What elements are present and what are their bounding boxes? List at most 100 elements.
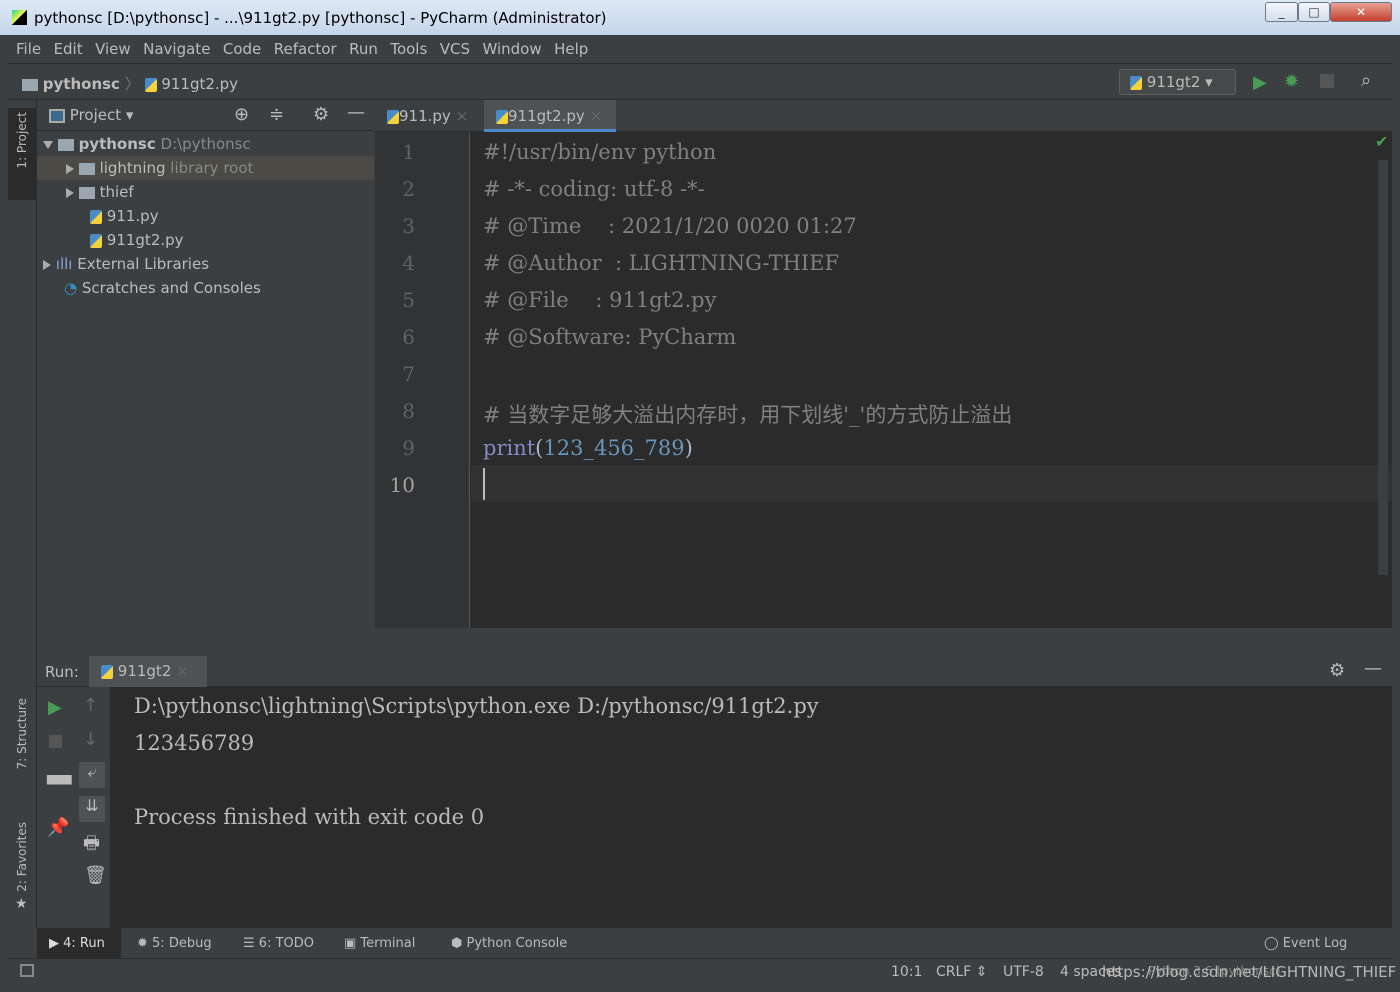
event-log-button[interactable]: ◯ Event Log — [1264, 936, 1347, 951]
gear-icon[interactable]: ⚙ — [313, 104, 329, 125]
folder-icon — [22, 78, 38, 91]
soft-wrap-icon[interactable]: ⤶ — [79, 762, 105, 788]
layout-icon[interactable]: ▀▀ — [47, 775, 72, 794]
project-view-select[interactable]: Project ▾ — [49, 106, 133, 124]
hide-icon[interactable]: — — [1364, 658, 1382, 679]
bottom-tab-todo[interactable]: ☰ 6: TODO — [243, 936, 314, 951]
tool-window-bar: ▶ 4: Run ✹ 5: Debug ☰ 6: TODO ▣ Terminal… — [37, 928, 1392, 958]
pin-icon[interactable]: 📌 — [47, 817, 69, 838]
menu-navigate[interactable]: Navigate — [143, 40, 210, 58]
menu-help[interactable]: Help — [554, 40, 588, 58]
hide-icon[interactable]: — — [347, 102, 365, 123]
menu-run[interactable]: Run — [349, 40, 378, 58]
tree-item-external-libraries[interactable]: ıllı External Libraries — [37, 252, 374, 276]
project-view-icon — [49, 108, 65, 123]
star-icon: ★ — [15, 896, 28, 912]
maximize-button[interactable]: □ — [1298, 2, 1330, 22]
menu-edit[interactable]: Edit — [54, 40, 83, 58]
tree-item-scratches[interactable]: ◔ Scratches and Consoles — [37, 276, 374, 300]
stop-icon[interactable] — [49, 735, 62, 748]
watermark: https://blog.csdn.net/LIGHTNING_THIEF — [1102, 963, 1397, 981]
tree-item-911gt2-py[interactable]: 911gt2.py — [37, 228, 374, 252]
folder-icon — [78, 186, 95, 199]
locate-icon[interactable]: ⊕ — [234, 104, 249, 125]
bottom-tab-python-console[interactable]: ⬢ Python Console — [451, 936, 567, 951]
line-number: 5 — [402, 288, 415, 312]
bottom-tab-debug[interactable]: ✹ 5: Debug — [137, 936, 212, 951]
menu-file[interactable]: File — [16, 40, 41, 58]
run-label: Run: — [45, 663, 79, 681]
tab-911-py[interactable]: 911.py × — [375, 100, 483, 132]
line-number: 10 — [389, 473, 415, 497]
line-number: 4 — [402, 251, 415, 275]
tab-911gt2-py[interactable]: 911gt2.py × — [484, 100, 616, 132]
navigation-bar: pythonsc 〉 911gt2.py 911gt2 ▾ ▶ ✹ ⌕ — [8, 64, 1392, 100]
tree-item-thief[interactable]: thief — [37, 180, 374, 204]
debug-icon[interactable]: ✹ — [1284, 71, 1299, 92]
tree-item-911-py[interactable]: 911.py — [37, 204, 374, 228]
line-number: 3 — [402, 214, 415, 238]
python-file-icon — [387, 109, 399, 124]
bottom-tab-run[interactable]: ▶ 4: Run — [49, 936, 105, 951]
run-toolbar: ▶ ▀▀ 📌 ↑ ↓ ⤶ ⇊ 🖶 🗑 — [37, 687, 110, 928]
code-line-8: # 当数字足够大溢出内存时，用下划线'_'的方式防止溢出 — [483, 403, 1013, 427]
code-line-5: # @File : 911gt2.py — [483, 288, 717, 312]
search-icon[interactable]: ⌕ — [1361, 70, 1371, 91]
code-line-1: #!/usr/bin/env python — [483, 140, 717, 164]
output-line-2: 123456789 — [134, 731, 255, 755]
project-side-tab[interactable]: 1: Project — [8, 108, 36, 200]
menu-tools[interactable]: Tools — [390, 40, 427, 58]
python-icon — [101, 664, 113, 679]
breadcrumb-file[interactable]: 911gt2.py — [161, 75, 238, 93]
rerun-icon[interactable]: ▶ — [48, 697, 62, 718]
run-tab-911gt2[interactable]: 911gt2 × — [89, 656, 207, 687]
down-arrow-icon[interactable]: ↓ — [83, 729, 98, 750]
left-tool-strip: 1: Project 7: Structure 2: Favorites ★ — [8, 100, 37, 928]
stop-icon[interactable] — [1320, 74, 1334, 88]
menu-code[interactable]: Code — [223, 40, 261, 58]
menu-refactor[interactable]: Refactor — [274, 40, 337, 58]
run-config-select[interactable]: 911gt2 ▾ — [1119, 69, 1236, 95]
code-editor[interactable]: 911.py × 911gt2.py × ✔ 1 2 3 4 5 6 7 8 9 10 #!/us… — [375, 100, 1392, 628]
menu-vcs[interactable]: VCS — [440, 40, 470, 58]
minimize-button[interactable]: _ — [1265, 2, 1298, 22]
gear-icon[interactable]: ⚙ — [1329, 660, 1345, 681]
run-icon[interactable]: ▶ — [1253, 72, 1267, 93]
caret-position[interactable]: 10:1 — [891, 964, 922, 980]
close-tab-icon[interactable]: × — [590, 107, 603, 125]
tree-item-lightning[interactable]: lightning library root — [37, 156, 374, 180]
up-arrow-icon[interactable]: ↑ — [83, 695, 98, 716]
project-panel: Project ▾ ⊕ ≑ ⚙ — pythonsc D:\pythonsc l… — [37, 100, 374, 656]
print-icon[interactable]: 🖶 — [83, 831, 100, 861]
toggle-tool-windows-icon[interactable] — [20, 964, 34, 977]
trash-icon[interactable]: 🗑 — [84, 865, 107, 886]
bottom-tab-terminal[interactable]: ▣ Terminal — [344, 936, 415, 951]
libraries-icon: ıllı — [55, 255, 73, 273]
scroll-to-end-icon[interactable]: ⇊ — [79, 796, 105, 822]
close-tab-icon[interactable]: × — [456, 107, 469, 125]
python-file-icon — [496, 109, 508, 124]
close-tab-icon[interactable]: × — [176, 662, 189, 680]
line-number: 1 — [402, 140, 415, 164]
tree-item-pythonsc[interactable]: pythonsc D:\pythonsc — [37, 132, 374, 156]
line-separator[interactable]: CRLF ⇕ — [936, 964, 988, 980]
code-line-3: # @Time : 2021/1/20 0020 01:27 — [483, 214, 857, 238]
favorites-side-tab[interactable]: 2: Favorites — [15, 822, 29, 896]
menu-bar: File Edit View Navigate Code Refactor Ru… — [8, 35, 1392, 64]
run-panel-header: Run: 911gt2 × ⚙ — — [37, 656, 1392, 687]
status-bar: 10:1 CRLF ⇕ UTF-8 4 spaces Python 3.6 (p… — [8, 958, 1396, 986]
editor-scrollbar[interactable] — [1378, 160, 1388, 575]
menu-window[interactable]: Window — [482, 40, 541, 58]
project-panel-header: Project ▾ ⊕ ≑ ⚙ — — [37, 100, 374, 131]
output-line-4: Process finished with exit code 0 — [134, 805, 485, 829]
menu-view[interactable]: View — [95, 40, 131, 58]
run-panel: Run: 911gt2 × ⚙ — ▶ ▀▀ 📌 ↑ ↓ ⤶ ⇊ 🖶 🗑 D:\… — [37, 656, 1392, 928]
close-button[interactable]: ✕ — [1330, 2, 1392, 22]
line-number: 7 — [402, 362, 415, 386]
title-bar: pythonsc [D:\pythonsc] - ...\911gt2.py [… — [0, 0, 1400, 35]
collapse-icon[interactable]: ≑ — [269, 104, 284, 125]
breadcrumb-project[interactable]: pythonsc — [43, 75, 120, 93]
structure-side-tab[interactable]: 7: Structure — [15, 698, 29, 773]
line-number: 6 — [402, 325, 415, 349]
file-encoding[interactable]: UTF-8 — [1003, 964, 1044, 980]
